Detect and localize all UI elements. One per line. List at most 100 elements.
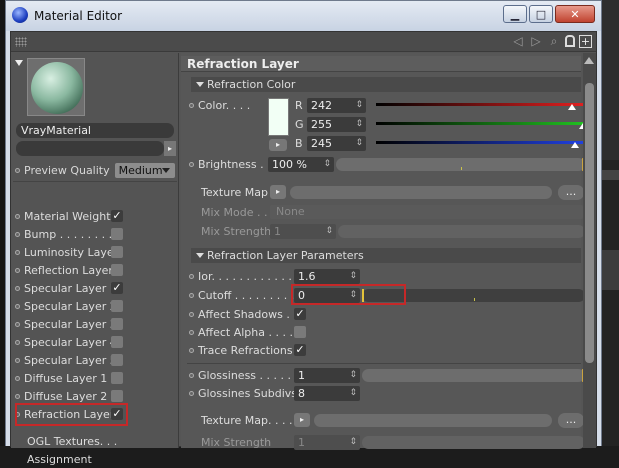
maximize-button[interactable]: □	[529, 5, 553, 23]
brightness-field[interactable]: 100 %	[268, 157, 334, 172]
minimize-button[interactable]: ▁	[503, 5, 527, 23]
mix-strength-field[interactable]: 1	[270, 224, 336, 239]
scrollbar-thumb[interactable]	[585, 83, 594, 363]
channel-specular-layer-2[interactable]: Specular Layer 2	[15, 297, 175, 315]
glossiness-row: Glossiness . . . . .	[189, 366, 291, 384]
close-button[interactable]: ✕	[555, 5, 595, 23]
scroll-up-arrow[interactable]	[584, 57, 594, 64]
color-row: Color. . . .	[189, 96, 250, 114]
channel-checkbox[interactable]	[111, 300, 123, 312]
mix-mode-dropdown[interactable]: None	[270, 205, 583, 219]
channel-specular-layer-4[interactable]: Specular Layer 4	[15, 333, 175, 351]
preview-quality-dropdown[interactable]: Medium	[114, 162, 175, 178]
g-label: G	[295, 117, 304, 131]
g-value-field[interactable]: 255	[307, 117, 366, 132]
material-preview[interactable]	[27, 58, 85, 116]
new-window-icon[interactable]: +	[579, 34, 592, 48]
glossiness-label: Glossiness . . . . .	[198, 368, 291, 382]
channel-checkbox[interactable]	[111, 390, 123, 402]
channel-specular-layer-3[interactable]: Specular Layer 3	[15, 315, 175, 333]
channel-label: Material Weight	[24, 209, 111, 223]
channel-checkbox[interactable]	[111, 336, 123, 348]
channel-luminosity-layer[interactable]: Luminosity Layer	[15, 243, 175, 261]
texture-map2-field[interactable]	[314, 414, 552, 427]
texture-map2-menu-button[interactable]: ▸	[294, 413, 310, 427]
channel-specular-layer-1[interactable]: Specular Layer 1 ✓	[15, 279, 175, 297]
mix-strength2-bar[interactable]	[362, 436, 585, 449]
slider-marker[interactable]	[570, 142, 579, 148]
back-icon[interactable]: ◁	[511, 34, 525, 48]
mix-strength2-field[interactable]: 1	[294, 435, 360, 450]
texture-map2-browse-button[interactable]: ...	[558, 413, 584, 428]
channel-checkbox[interactable]	[111, 246, 123, 258]
affect-alpha-checkbox[interactable]	[294, 326, 306, 338]
glossiness-dot	[189, 372, 194, 378]
toolbar-grip[interactable]	[15, 37, 27, 47]
channel-checkbox[interactable]	[111, 264, 123, 276]
channel-diffuse-layer-1[interactable]: Diffuse Layer 1	[15, 369, 175, 387]
glossiness-field[interactable]: 1	[294, 368, 360, 383]
channel-label: Reflection Layer	[24, 263, 113, 277]
affect-shadows-checkbox[interactable]: ✓	[294, 308, 306, 320]
channel-dot	[15, 303, 20, 309]
color-picker-button[interactable]: ▸	[269, 139, 287, 151]
scrollbar[interactable]	[583, 53, 596, 448]
refraction-color-group[interactable]: Refraction Color	[191, 77, 581, 92]
affect-shadows-dot	[189, 311, 194, 317]
title-bar[interactable]: Material Editor ▁ □ ✕	[6, 1, 601, 31]
r-value-field[interactable]: 242	[307, 98, 366, 113]
preview-menu-arrow[interactable]	[15, 60, 23, 66]
channel-label: Diffuse Layer 1	[24, 371, 108, 385]
channel-checkbox[interactable]	[111, 372, 123, 384]
color-swatch[interactable]	[268, 98, 289, 136]
material-name-field[interactable]: VrayMaterial	[16, 123, 174, 138]
channel-dot	[15, 267, 20, 273]
forward-icon[interactable]: ▷	[529, 34, 543, 48]
lock-icon[interactable]	[565, 35, 575, 47]
channel-bump[interactable]: Bump . . . . . . . . .	[15, 225, 175, 243]
divider	[13, 181, 177, 182]
channel-checkbox[interactable]: ✓	[111, 282, 123, 294]
trace-refractions-row: Trace Refractions	[189, 341, 293, 359]
ior-field[interactable]: 1.6	[294, 269, 360, 284]
trace-refractions-checkbox[interactable]: ✓	[294, 344, 306, 356]
cutoff-dot	[189, 292, 194, 298]
r-slider[interactable]	[376, 103, 583, 110]
texture-map-field[interactable]	[290, 186, 552, 199]
channel-label: Specular Layer 4	[24, 335, 117, 349]
affect-shadows-label: Affect Shadows . .	[198, 307, 297, 321]
ior-label: Ior. . . . . . . . . . . .	[198, 269, 292, 283]
brightness-bar[interactable]	[336, 158, 585, 171]
params-group[interactable]: Refraction Layer Parameters	[191, 248, 581, 263]
texture-map-menu-button[interactable]: ▸	[270, 185, 286, 199]
texture-map-browse-button[interactable]: ...	[558, 185, 584, 200]
channel-reflection-layer[interactable]: Reflection Layer	[15, 261, 175, 279]
info-expand-button[interactable]: ▸	[164, 141, 176, 156]
assignment-item[interactable]: Assignment	[27, 451, 92, 468]
channel-material-weight[interactable]: Material Weight ✓	[15, 207, 175, 225]
channel-label: Specular Layer 5	[24, 353, 117, 367]
channel-checkbox[interactable]	[111, 228, 123, 240]
trace-refractions-label: Trace Refractions	[198, 343, 293, 357]
divider	[187, 363, 581, 364]
preview-quality-row: Preview Quality Medium	[15, 162, 175, 178]
glossiness-bar[interactable]	[362, 369, 585, 382]
search-icon[interactable]: ⌕	[547, 34, 561, 48]
channel-specular-layer-5[interactable]: Specular Layer 5	[15, 351, 175, 369]
material-info-field[interactable]	[16, 141, 164, 156]
b-value-field[interactable]: 245	[307, 136, 366, 151]
slider-marker[interactable]	[568, 104, 577, 110]
gloss-subdivs-field[interactable]: 8	[294, 386, 360, 401]
channel-checkbox[interactable]: ✓	[111, 210, 123, 222]
b-slider[interactable]	[376, 141, 583, 148]
channel-dot	[15, 285, 20, 291]
g-slider[interactable]	[376, 122, 587, 129]
ogl-textures-item[interactable]: OGL Textures. . .	[27, 433, 117, 450]
preview-quality-dot	[15, 167, 20, 173]
cutoff-label: Cutoff . . . . . . . . .	[198, 288, 295, 302]
channel-checkbox[interactable]	[111, 318, 123, 330]
mix-strength-bar[interactable]	[338, 225, 585, 238]
panel-title: Refraction Layer	[181, 56, 581, 72]
ior-dot	[189, 273, 194, 279]
channel-checkbox[interactable]	[111, 354, 123, 366]
